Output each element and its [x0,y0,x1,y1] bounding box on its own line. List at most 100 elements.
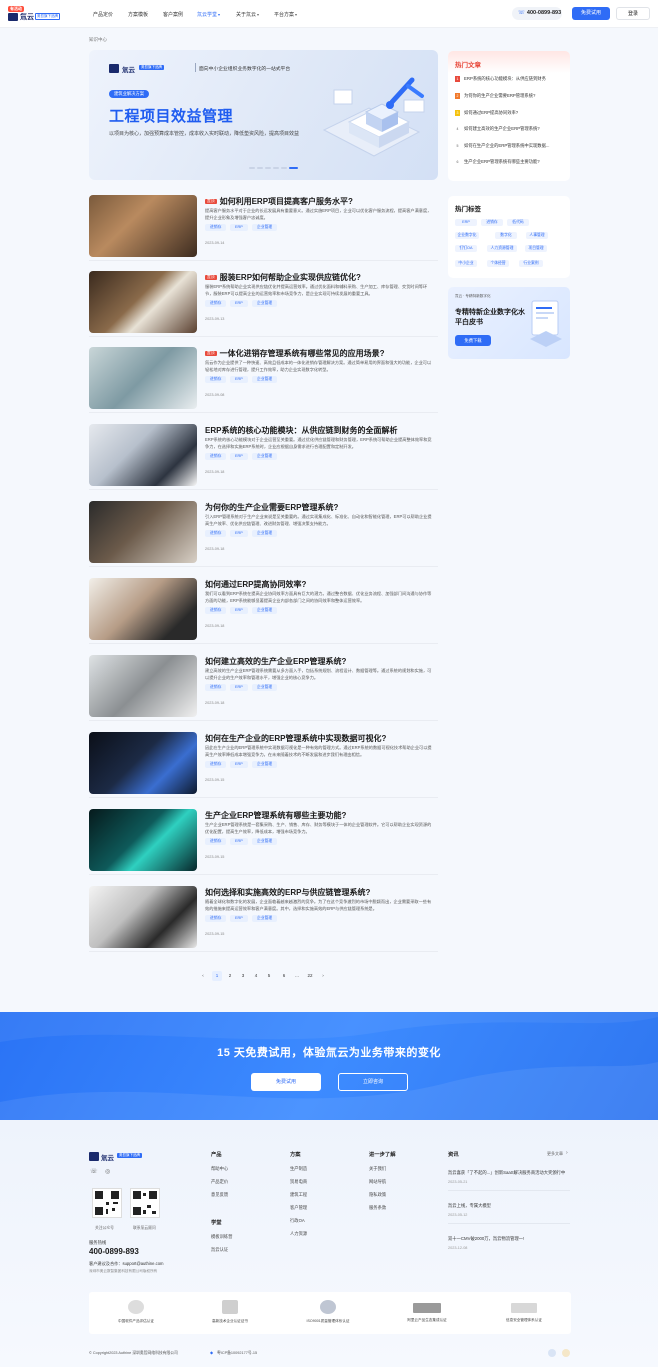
carousel-dot[interactable] [249,167,255,169]
article-thumbnail[interactable] [89,271,197,333]
hot-article-item[interactable]: 1 ERP系统的核心功能模块：从供应链到财务 [455,76,565,82]
phone-icon[interactable]: ☏ [90,1168,98,1175]
social-icon[interactable] [548,1349,556,1357]
article-tag[interactable]: 进销存 [205,838,227,845]
hot-tag[interactable]: ERP [455,219,477,226]
hot-article-item[interactable]: 6 生产企业ERP管理系统有哪些主要功能? [455,159,565,165]
hot-tag[interactable]: 行业案例 [519,260,543,267]
article-thumbnail[interactable] [89,886,197,948]
nav-pricing[interactable]: 产品定价 [93,11,113,18]
hot-article-item[interactable]: 3 如何通过ERP提高协同效率? [455,110,565,116]
article-title[interactable]: 如何在生产企业的ERP管理系统中实现数据可视化? [205,733,386,744]
footer-link[interactable]: 贸易电商 [290,1179,307,1185]
page-6[interactable]: 6 [279,971,289,981]
article-tag[interactable]: ERP [230,300,248,307]
article-row[interactable]: ERP系统的核心功能模块：从供应链到财务的全面解析 ERP系统的核心功能模块对于企… [89,424,438,490]
news-item[interactable]: 氚云上线，专属大模型 [448,1203,491,1209]
article-row[interactable]: 如何建立高效的生产企业ERP管理系统? 建立高效的生产企业ERP管理系统需要从多方… [89,655,438,721]
whitepaper-card[interactable]: 氚云 · 专精特新数字化 专精特新企业数字化水平白皮书 免费下载 [448,287,570,359]
article-thumbnail[interactable] [89,347,197,409]
article-title[interactable]: 为何你的生产企业需要ERP管理系统? [205,502,338,513]
icp-number[interactable]: 粤ICP备10092177号-15 [217,1351,257,1356]
page-3[interactable]: 3 [238,971,248,981]
article-row[interactable]: 生产企业ERP管理系统有哪些主要功能? 生产企业ERP管理系统是一套集采购、生产、… [89,809,438,875]
article-tag[interactable]: ERP [230,376,248,383]
hot-article-item[interactable]: 2 为何你的生产企业需要ERP管理系统? [455,93,565,99]
article-row[interactable]: 如何通过ERP提高协同效率? 我们可以看到ERP系统在提高企业协同效率方面具有巨大… [89,578,438,644]
carousel-dot[interactable] [257,167,263,169]
hot-tag[interactable]: 人事管理 [526,232,548,239]
article-title[interactable]: 置顶 如何利用ERP项目提高客户服务水平? [205,196,353,207]
article-title[interactable]: 如何通过ERP提高协同效率? [205,579,306,590]
hot-tag[interactable]: 项目管理 [525,245,547,252]
page-4[interactable]: 4 [251,971,261,981]
page-2[interactable]: 2 [225,971,235,981]
article-tag[interactable]: 进销存 [205,530,227,537]
article-thumbnail[interactable] [89,809,197,871]
footer-link[interactable]: 人力资源 [290,1231,307,1237]
article-tag[interactable]: 进销存 [205,224,227,231]
hot-tag[interactable]: 人力资源管理 [487,245,517,252]
carousel-dot-active[interactable] [289,167,298,169]
hot-tag[interactable]: 企业数字化 [455,232,479,239]
cta-free-trial-button[interactable]: 免费试用 [251,1073,321,1091]
page-1[interactable]: 1 [212,971,222,981]
article-tag[interactable]: 企业管理 [252,761,278,768]
hot-tag[interactable]: 数字化 [495,232,517,239]
nav-templates[interactable]: 方案模板 [128,11,148,18]
article-tag[interactable]: 进销存 [205,300,227,307]
carousel-dot[interactable] [281,167,287,169]
article-title[interactable]: 生产企业ERP管理系统有哪些主要功能? [205,810,346,821]
carousel-dot[interactable] [265,167,271,169]
hotline-pill[interactable]: ☏ 400-0899-893 [512,7,562,20]
wechat-icon[interactable]: ◎ [105,1168,110,1175]
hot-article-item[interactable]: 5 如何在生产企业的ERP管理系统中实现数据... [455,143,565,149]
article-tag[interactable]: ERP [230,224,248,231]
nav-about[interactable]: 关于氚云 [236,11,256,18]
article-tag[interactable]: ERP [230,684,248,691]
nav-platform[interactable]: 平台方案 [274,11,294,18]
footer-link[interactable]: 生产制造 [290,1166,307,1172]
hot-tag[interactable]: 低代码 [507,219,529,226]
footer-link[interactable]: 关于我们 [369,1166,386,1172]
hot-tag[interactable]: 中小企业 [455,260,477,267]
article-row[interactable]: 如何在生产企业的ERP管理系统中实现数据可视化? 因此在生产企业的ERP管理系统中… [89,732,438,798]
article-tag[interactable]: 企业管理 [252,838,278,845]
page-5[interactable]: 5 [264,971,274,981]
footer-link[interactable]: 网站导航 [369,1179,386,1185]
article-tag[interactable]: ERP [230,530,248,537]
article-tag[interactable]: 企业管理 [252,684,278,691]
hot-tag[interactable]: 个体经营 [487,260,509,267]
footer-link[interactable]: 氚云认证 [211,1247,228,1253]
article-tag[interactable]: 进销存 [205,915,227,922]
article-tag[interactable]: ERP [230,453,248,460]
article-tag[interactable]: 企业管理 [252,607,278,614]
article-title[interactable]: ERP系统的核心功能模块：从供应链到财务的全面解析 [205,425,397,436]
hot-article-item[interactable]: 4 如何建立高效的生产企业ERP管理系统? [455,126,565,132]
footer-link[interactable]: 模板训练营 [211,1234,232,1240]
footer-link[interactable]: 产品定价 [211,1179,228,1185]
footer-email[interactable]: 客户建议及合作：support@authine.com [89,1261,164,1267]
breadcrumb[interactable]: 知识中心 [89,37,107,43]
footer-link[interactable]: 行政OA [290,1218,305,1224]
news-item[interactable]: 氚云喜获「了不起的...」创新SaaS解决服务商活动大奖颁行中 [448,1170,565,1176]
social-icon[interactable] [562,1349,570,1357]
article-tag[interactable]: 企业管理 [252,530,278,537]
login-button[interactable]: 登录 [616,7,650,20]
page-22[interactable]: 22 [305,971,315,981]
article-tag[interactable]: ERP [230,607,248,614]
article-thumbnail[interactable] [89,578,197,640]
hot-tag[interactable]: 钉钉OA [455,245,477,252]
article-tag[interactable]: 进销存 [205,453,227,460]
article-row[interactable]: 置顶 服装ERP如何帮助企业实现供应链优化? 服装ERP系统帮助企业实现供应链优化并… [89,271,438,337]
download-button[interactable]: 免费下载 [455,335,491,346]
article-thumbnail[interactable] [89,732,197,794]
article-tag[interactable]: ERP [230,915,248,922]
article-tag[interactable]: 企业管理 [252,453,278,460]
article-row[interactable]: 如何选择和实施高效的ERP与供应链管理系统? 随着全球化和数字化的发展，企业面临着… [89,886,438,952]
article-tag[interactable]: 企业管理 [252,300,278,307]
carousel-dot[interactable] [273,167,279,169]
article-thumbnail[interactable] [89,424,197,486]
free-trial-button[interactable]: 免费试用 [572,7,610,20]
next-page-button[interactable]: › [318,971,328,981]
